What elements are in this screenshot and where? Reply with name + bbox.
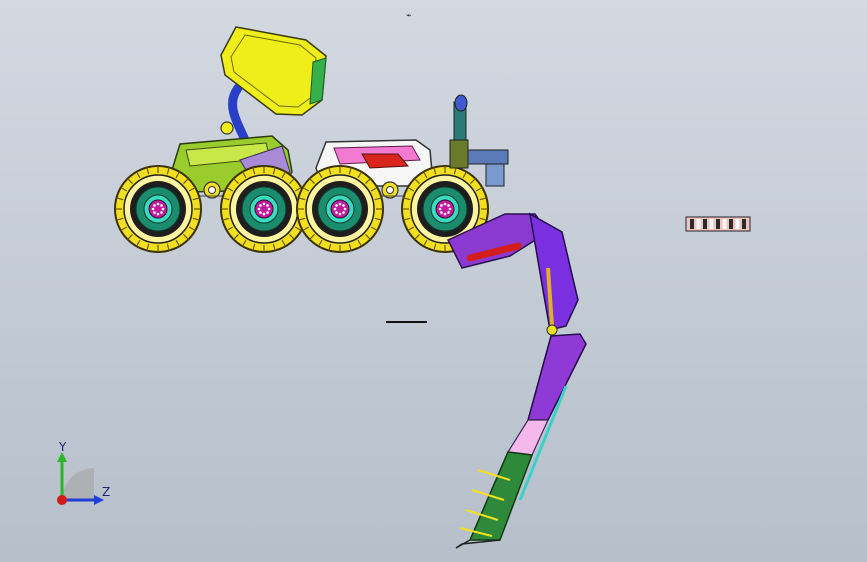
axis-z-label: Z [102, 485, 111, 499]
sensor-head-icon [220, 26, 327, 147]
scale-bar-tick [735, 219, 740, 229]
scale-bar-tick [690, 219, 694, 229]
wheel-2-icon [220, 165, 308, 253]
scale-bar-icon[interactable] [685, 216, 751, 232]
scale-bar-tick [709, 219, 714, 229]
scale-bar-tick [729, 219, 733, 229]
axis-y-label: Y [59, 440, 67, 454]
wheel-group [114, 165, 489, 253]
scale-bar-tick [696, 219, 701, 229]
axis-triad-icon [57, 452, 104, 505]
wheel-1-icon [114, 165, 202, 253]
cad-model-render [57, 26, 751, 549]
scale-bar-tick [742, 219, 746, 229]
cursor-mark-icon: ⌁ [406, 11, 412, 21]
scale-bar-tick [703, 219, 707, 229]
graphics-viewport[interactable]: Y Z ⌁ [0, 0, 867, 562]
crane-arm [446, 212, 587, 549]
scale-bar-tick [716, 219, 720, 229]
wheel-3-icon [296, 165, 384, 253]
scale-bar-tick [722, 219, 727, 229]
